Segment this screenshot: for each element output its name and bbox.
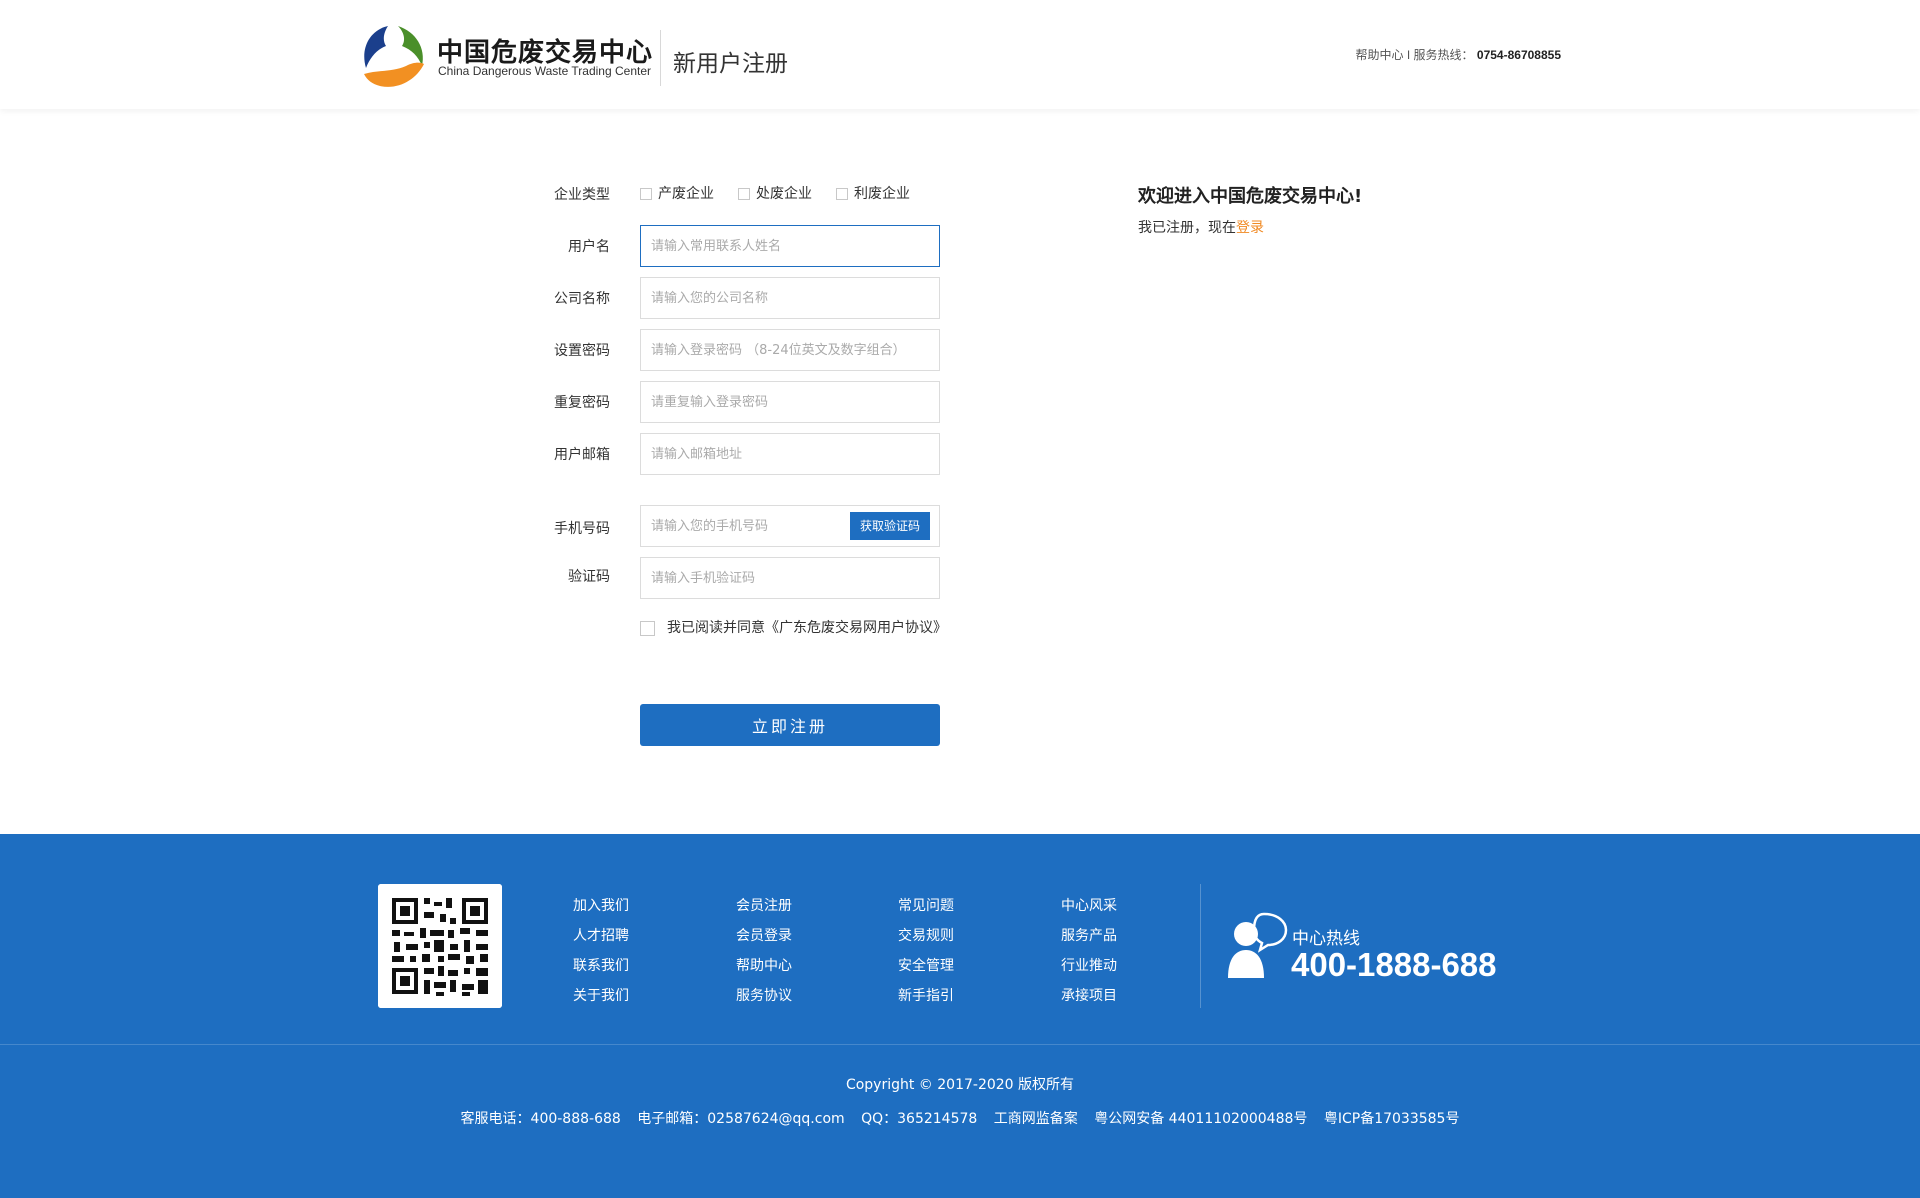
password-input[interactable]	[640, 329, 940, 371]
email-label: 用户邮箱	[554, 447, 610, 463]
icp-record[interactable]: 粤ICP备17033585号	[1324, 1111, 1460, 1127]
service-phone: 客服电话：400-888-688	[460, 1111, 621, 1127]
company-type-label: 企业类型	[554, 187, 610, 203]
footer-link[interactable]: 人才招聘	[573, 921, 629, 951]
contact-info: 客服电话：400-888-688 电子邮箱：02587624@qq.com QQ…	[0, 1108, 1920, 1128]
footer-column-about: 加入我们 人才招聘 联系我们 关于我们	[573, 891, 629, 1011]
phone-label: 手机号码	[554, 521, 610, 537]
welcome-text: 我已注册，现在	[1138, 220, 1236, 236]
copyright: Copyright © 2017-2020 版权所有	[845, 1077, 1075, 1093]
email-input[interactable]	[640, 433, 940, 475]
footer-column-member: 会员注册 会员登录 帮助中心 服务协议	[736, 891, 792, 1011]
qr-code-icon	[378, 884, 502, 1008]
hotline-number: 0754-86708855	[1476, 48, 1561, 62]
page-title: 新用户注册	[673, 51, 788, 77]
header-divider	[660, 30, 661, 86]
checkbox[interactable]	[738, 188, 750, 200]
footer-link[interactable]: 联系我们	[573, 951, 629, 981]
welcome-title: 欢迎进入中国危废交易中心!	[1138, 186, 1363, 207]
footer-link[interactable]: 会员注册	[736, 891, 792, 921]
code-label: 验证码	[568, 569, 610, 585]
type-option-dispose[interactable]: 处废企业	[738, 183, 812, 203]
option-label: 产废企业	[658, 186, 714, 202]
footer-link[interactable]: 交易规则	[898, 921, 954, 951]
footer-divider	[1200, 884, 1201, 1008]
service-qq: QQ：365214578	[861, 1111, 978, 1127]
business-record[interactable]: 工商网监备案	[994, 1111, 1078, 1127]
company-label: 公司名称	[554, 291, 610, 307]
header: 中国危废交易中心 China Dangerous Waste Trading C…	[0, 0, 1920, 109]
footer-column-help: 常见问题 交易规则 安全管理 新手指引	[898, 891, 954, 1011]
footer-link[interactable]: 行业推动	[1061, 951, 1117, 981]
service-email: 电子邮箱：02587624@qq.com	[637, 1111, 845, 1127]
footer-link[interactable]: 承接项目	[1061, 981, 1117, 1011]
agreement-text[interactable]: 我已阅读并同意《广东危废交易网用户协议》	[667, 620, 947, 636]
footer: 加入我们 人才招聘 联系我们 关于我们 会员注册 会员登录 帮助中心 服务协议 …	[0, 834, 1920, 1198]
footer-link[interactable]: 安全管理	[898, 951, 954, 981]
checkbox[interactable]	[836, 188, 848, 200]
footer-link[interactable]: 加入我们	[573, 891, 629, 921]
footer-link[interactable]: 关于我们	[573, 981, 629, 1011]
repeat-password-input[interactable]	[640, 381, 940, 423]
company-input[interactable]	[640, 277, 940, 319]
footer-link[interactable]: 服务协议	[736, 981, 792, 1011]
repeat-password-label: 重复密码	[554, 395, 610, 411]
footer-separator	[0, 1044, 1920, 1045]
type-option-utilize[interactable]: 利废企业	[836, 183, 910, 203]
get-code-button[interactable]: 获取验证码	[850, 512, 930, 540]
logo-subtext: China Dangerous Waste Trading Center	[438, 64, 651, 78]
option-label: 利废企业	[854, 186, 910, 202]
footer-link[interactable]: 会员登录	[736, 921, 792, 951]
register-button[interactable]: 立即注册	[640, 704, 940, 746]
agree-checkbox[interactable]	[640, 620, 655, 636]
agreement[interactable]: 我已阅读并同意《广东危废交易网用户协议》	[640, 617, 947, 637]
code-input[interactable]	[640, 557, 940, 599]
username-label: 用户名	[568, 239, 610, 255]
type-option-produce[interactable]: 产废企业	[640, 183, 714, 203]
hotline-number: 400-1888-688	[1291, 946, 1497, 983]
option-label: 处废企业	[756, 186, 812, 202]
welcome-subtext: 我已注册，现在登录	[1138, 217, 1264, 237]
footer-link[interactable]: 新手指引	[898, 981, 954, 1011]
footer-link[interactable]: 服务产品	[1061, 921, 1117, 951]
footer-column-center: 中心风采 服务产品 行业推动 承接项目	[1061, 891, 1117, 1011]
checkbox[interactable]	[640, 188, 652, 200]
help-center-link[interactable]: 帮助中心	[1356, 48, 1404, 62]
footer-link[interactable]: 帮助中心	[736, 951, 792, 981]
separator: I	[1406, 48, 1411, 62]
footer-link[interactable]: 中心风采	[1061, 891, 1117, 921]
footer-link[interactable]: 常见问题	[898, 891, 954, 921]
hotline-label: 服务热线：	[1413, 48, 1474, 62]
customer-service-icon	[1228, 912, 1288, 978]
logo-icon[interactable]	[358, 22, 428, 90]
login-link[interactable]: 登录	[1236, 220, 1264, 236]
username-input[interactable]	[640, 225, 940, 267]
police-record[interactable]: 粤公网安备 44011102000488号	[1094, 1111, 1307, 1127]
password-label: 设置密码	[554, 343, 610, 359]
header-links: 帮助中心 I 服务热线： 0754-86708855	[1356, 46, 1562, 63]
